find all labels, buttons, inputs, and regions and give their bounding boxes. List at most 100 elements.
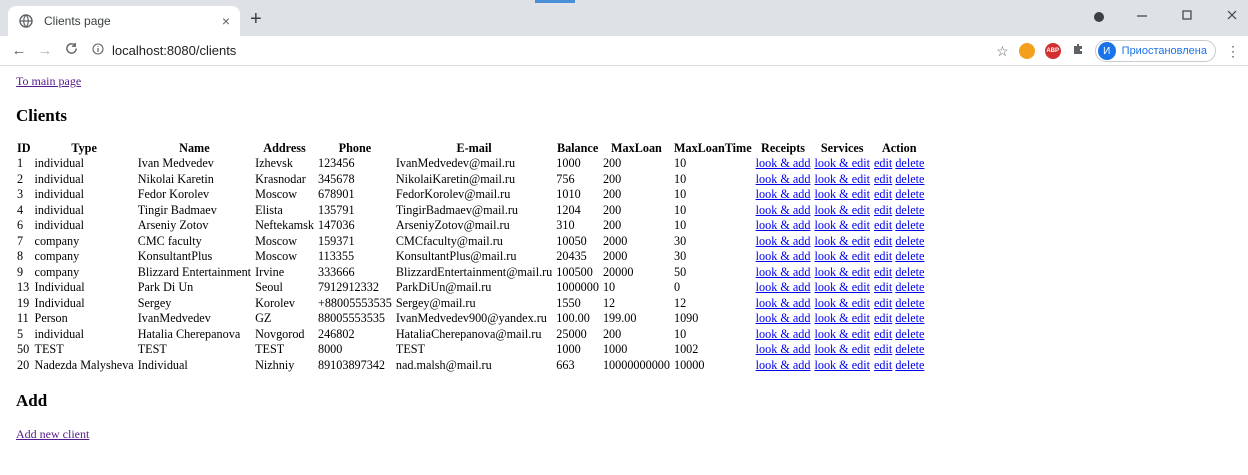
bookmark-star-icon[interactable]: ☆ <box>996 43 1009 60</box>
tab-title: Clients page <box>44 14 111 28</box>
delete-link[interactable]: delete <box>895 342 924 356</box>
services-link[interactable]: look & edit <box>814 249 870 263</box>
cell-receipts: look & add <box>755 327 812 343</box>
edit-link[interactable]: edit <box>874 342 892 356</box>
cell-name: Arseniy Zotov <box>137 218 209 233</box>
edit-link[interactable]: edit <box>874 311 892 325</box>
services-link[interactable]: look & edit <box>814 187 870 201</box>
window-accent <box>535 0 575 3</box>
back-arrow-icon[interactable]: ← <box>6 42 32 59</box>
receipts-link[interactable]: look & add <box>756 265 811 279</box>
cell-id: 19 <box>17 295 30 310</box>
site-info-icon[interactable] <box>92 43 104 58</box>
services-link[interactable]: look & edit <box>814 156 870 170</box>
delete-link[interactable]: delete <box>895 249 924 263</box>
cell-action: edit delete <box>873 311 925 327</box>
receipts-link[interactable]: look & add <box>756 218 811 232</box>
delete-link[interactable]: delete <box>895 172 924 186</box>
delete-link[interactable]: delete <box>895 311 924 325</box>
cell-maxloantime: 50 <box>673 264 687 279</box>
cell-email: CMCfaculty@mail.ru <box>395 233 503 248</box>
services-link[interactable]: look & edit <box>814 327 870 341</box>
receipts-link[interactable]: look & add <box>756 296 811 310</box>
receipts-link[interactable]: look & add <box>756 327 811 341</box>
reload-icon[interactable] <box>58 42 84 59</box>
cell-name: CMC faculty <box>137 233 202 248</box>
extensions-puzzle-icon[interactable] <box>1071 42 1085 61</box>
close-tab-icon[interactable]: × <box>222 13 230 29</box>
clients-heading: Clients <box>16 106 67 125</box>
cell-receipts: look & add <box>755 218 812 234</box>
services-link[interactable]: look & edit <box>814 342 870 356</box>
minimize-icon[interactable] <box>1136 8 1148 25</box>
edit-link[interactable]: edit <box>874 187 892 201</box>
receipts-link[interactable]: look & add <box>756 203 811 217</box>
delete-link[interactable]: delete <box>895 358 924 372</box>
services-link[interactable]: look & edit <box>814 218 870 232</box>
edit-link[interactable]: edit <box>874 358 892 372</box>
main-page-link[interactable]: To main page <box>16 74 81 88</box>
services-link[interactable]: look & edit <box>814 172 870 186</box>
cell-email: KonsultantPlus@mail.ru <box>395 249 517 264</box>
edit-link[interactable]: edit <box>874 203 892 217</box>
adblock-icon[interactable]: ABP <box>1044 43 1061 59</box>
table-header-row: ID Type Name Address Phone E-mail Balance MaxLo… <box>16 140 925 156</box>
edit-link[interactable]: edit <box>874 172 892 186</box>
delete-link[interactable]: delete <box>895 280 924 294</box>
cell-address: Moscow <box>255 249 298 264</box>
receipts-link[interactable]: look & add <box>756 249 811 263</box>
extension-fire-icon[interactable] <box>1018 43 1035 59</box>
delete-link[interactable]: delete <box>895 234 924 248</box>
edit-link[interactable]: edit <box>874 296 892 310</box>
edit-link[interactable]: edit <box>874 280 892 294</box>
delete-link[interactable]: delete <box>895 296 924 310</box>
edit-link[interactable]: edit <box>874 234 892 248</box>
receipts-link[interactable]: look & add <box>756 342 811 356</box>
services-link[interactable]: look & edit <box>814 358 870 372</box>
delete-link[interactable]: delete <box>895 218 924 232</box>
services-link[interactable]: look & edit <box>814 265 870 279</box>
edit-link[interactable]: edit <box>874 265 892 279</box>
services-link[interactable]: look & edit <box>814 296 870 310</box>
cell-address: Elista <box>255 202 283 217</box>
delete-link[interactable]: delete <box>895 203 924 217</box>
forward-arrow-icon[interactable]: → <box>32 42 58 59</box>
profile-button[interactable]: И Приостановлена <box>1094 40 1216 62</box>
edit-link[interactable]: edit <box>874 327 892 341</box>
tab-search-icon[interactable] <box>1092 10 1106 27</box>
new-tab-button[interactable]: + <box>250 9 262 29</box>
cell-email: ArseniyZotov@mail.ru <box>395 218 510 233</box>
table-row: 11 Person IvanMedvedev GZ 88005553535 IvanMed… <box>16 311 925 327</box>
maximize-icon[interactable] <box>1181 8 1193 25</box>
receipts-link[interactable]: look & add <box>756 156 811 170</box>
delete-link[interactable]: delete <box>895 156 924 170</box>
menu-kebab-icon[interactable]: ⋮ <box>1226 43 1240 60</box>
delete-link[interactable]: delete <box>895 265 924 279</box>
address-bar[interactable]: localhost:8080/clients <box>92 43 236 58</box>
delete-link[interactable]: delete <box>895 327 924 341</box>
delete-link[interactable]: delete <box>895 187 924 201</box>
cell-name: Individual <box>137 357 188 372</box>
add-new-client-link[interactable]: Add new client <box>16 427 89 441</box>
receipts-link[interactable]: look & add <box>756 358 811 372</box>
cell-receipts: look & add <box>755 187 812 203</box>
edit-link[interactable]: edit <box>874 218 892 232</box>
close-window-icon[interactable] <box>1226 8 1238 25</box>
edit-link[interactable]: edit <box>874 156 892 170</box>
receipts-link[interactable]: look & add <box>756 311 811 325</box>
receipts-link[interactable]: look & add <box>756 234 811 248</box>
page-content: To main page Clients ID Type Name Address Ph… <box>0 66 1248 443</box>
edit-link[interactable]: edit <box>874 249 892 263</box>
cell-services: look & edit <box>813 265 871 281</box>
services-link[interactable]: look & edit <box>814 234 870 248</box>
services-link[interactable]: look & edit <box>814 203 870 217</box>
receipts-link[interactable]: look & add <box>756 280 811 294</box>
services-link[interactable]: look & edit <box>814 280 870 294</box>
browser-tab[interactable]: Clients page × <box>8 6 240 36</box>
cell-email: IvanMedvedev@mail.ru <box>395 156 516 171</box>
receipts-link[interactable]: look & add <box>756 172 811 186</box>
cell-services: look & edit <box>813 218 871 234</box>
services-link[interactable]: look & edit <box>814 311 870 325</box>
receipts-link[interactable]: look & add <box>756 187 811 201</box>
cell-id: 5 <box>17 326 24 341</box>
